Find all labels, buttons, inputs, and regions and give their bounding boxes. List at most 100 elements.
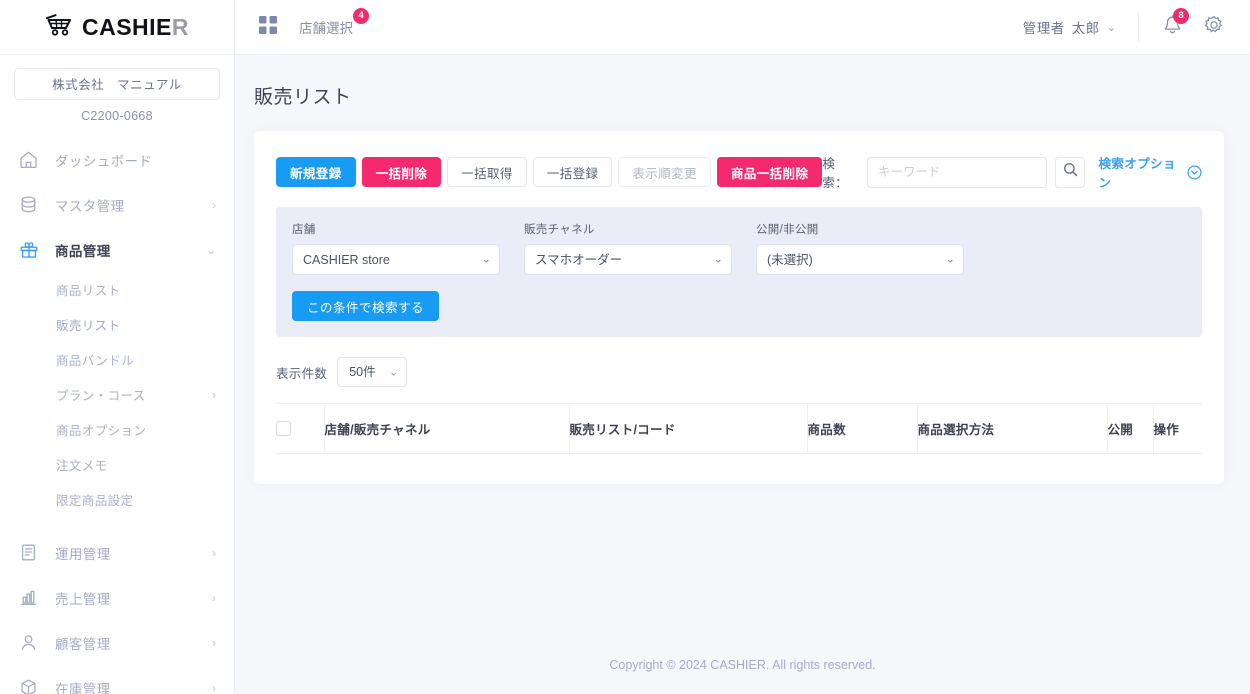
company-code: C2200-0668 — [81, 109, 153, 123]
sidebar-item-label: 商品管理 — [55, 243, 111, 259]
store-select-label: 店舗選択 — [299, 21, 353, 36]
sidebar-item-customer[interactable]: 顧客管理 › — [0, 620, 234, 665]
sidebar-subitem-label: 限定商品設定 — [56, 494, 134, 508]
user-name: 太郎 — [1071, 21, 1100, 36]
sidebar-item-label: ダッシュボード — [55, 153, 153, 169]
sidebar-subitem-product-list[interactable]: 商品リスト — [0, 272, 234, 307]
display-order-change-button[interactable]: 表示順変更 — [618, 157, 711, 187]
filter-store: 店舗 CASHIER store ⌄ — [292, 221, 500, 275]
product-bulk-delete-button[interactable]: 商品一括削除 — [716, 157, 823, 187]
sidebar-subitem-plan-course[interactable]: プラン・コース › — [0, 377, 234, 412]
box-icon — [19, 678, 45, 694]
sidebar-item-product[interactable]: 商品管理 ⌄ — [0, 227, 234, 272]
filter-channel: 販売チャネル スマホオーダー ⌄ — [524, 221, 732, 275]
sidebar-subitem-label: 注文メモ — [56, 459, 108, 473]
display-count-select[interactable]: 50件 — [337, 357, 408, 387]
bulk-register-button[interactable]: 一括登録 — [532, 157, 613, 187]
bulk-delete-button[interactable]: 一括削除 — [361, 157, 442, 187]
clipboard-icon — [19, 543, 45, 562]
brand-logo[interactable]: CASHIER — [0, 0, 235, 55]
sidebar-subitem-label: プラン・コース — [56, 389, 146, 403]
chevron-right-icon: › — [212, 387, 216, 402]
sidebar-subitem-limited-product[interactable]: 限定商品設定 — [0, 482, 234, 517]
filter-action: この条件で検索する — [292, 291, 1186, 321]
grid-apps-icon[interactable] — [259, 15, 277, 39]
column-sales-list-code[interactable]: 販売リスト/コード — [569, 403, 808, 454]
sidebar-item-inventory[interactable]: 在庫管理 › — [0, 665, 234, 694]
display-count-row: 表示件数 50件 ⌄ — [276, 357, 1202, 387]
bell-badge: 8 — [1173, 7, 1189, 24]
sidebar-item-sales[interactable]: 売上管理 › — [0, 575, 234, 620]
search-options-label: 検索オプション — [1098, 157, 1176, 190]
sidebar-item-master[interactable]: マスタ管理 › — [0, 182, 234, 227]
sidebar-item-label: 売上管理 — [55, 591, 111, 607]
column-store-channel[interactable]: 店舗/販売チャネル — [324, 403, 570, 454]
search-button[interactable] — [1055, 156, 1086, 188]
filter-store-select[interactable]: CASHIER store — [292, 244, 500, 275]
sidebar-item-operation[interactable]: 運用管理 › — [0, 530, 234, 575]
bell-icon[interactable]: 8 — [1163, 7, 1189, 40]
sidebar-item-label: 顧客管理 — [55, 636, 111, 652]
search-options-toggle[interactable]: 検索オプション — [1098, 153, 1202, 191]
chevron-down-icon: ⌄ — [205, 242, 216, 257]
shopping-cart-icon — [45, 13, 75, 41]
search-icon — [1063, 162, 1078, 182]
filter-publish-label: 公開/非公開 — [756, 224, 819, 236]
sidebar-subitem-label: 商品リスト — [56, 284, 121, 298]
sidebar-subitem-sales-list[interactable]: 販売リスト — [0, 307, 234, 342]
company-name: 株式会社 マニュアル — [14, 68, 220, 100]
display-count-label: 表示件数 — [276, 366, 328, 381]
chevron-down-icon: ⌄ — [1106, 21, 1116, 34]
chevron-right-icon: › — [212, 680, 216, 694]
filter-publish: 公開/非公開 (未選択) ⌄ — [756, 221, 964, 275]
search-with-conditions-button[interactable]: この条件で検索する — [292, 291, 440, 321]
column-operation: 操作 — [1153, 403, 1202, 454]
filter-panel: 店舗 CASHIER store ⌄ 販売チャネル スマホオーダー ⌄ 公開/非… — [276, 207, 1202, 337]
top-bar: CASHIER 店舗選択 4 管理者 太郎 ⌄ 8 — [0, 0, 1250, 55]
bar-chart-icon — [19, 588, 45, 607]
column-product-count[interactable]: 商品数 — [807, 403, 918, 454]
select-all-checkbox[interactable] — [276, 421, 291, 436]
topbar-icon-group: 8 — [1138, 7, 1228, 42]
sales-list-table: 店舗/販売チャネル 販売リスト/コード 商品数 商品選択方法 公開 操作 — [276, 403, 1202, 454]
sidebar-subitem-label: 販売リスト — [56, 319, 121, 333]
sidebar-subitem-product-bundle[interactable]: 商品バンドル — [0, 342, 234, 377]
chevron-right-icon: › — [212, 590, 216, 605]
sales-list-card: 新規登録 一括削除 一括取得 一括登録 表示順変更 商品一括削除 検索： キーワ… — [254, 131, 1224, 484]
home-icon — [19, 150, 45, 169]
search-zone: 検索： 検索オプション — [822, 153, 1202, 191]
user-icon — [19, 633, 45, 652]
search-label: 検索： — [822, 157, 849, 190]
new-register-button[interactable]: 新規登録 — [276, 157, 356, 187]
database-icon — [19, 195, 45, 214]
sidebar-subitem-product-option[interactable]: 商品オプション — [0, 412, 234, 447]
chevron-right-icon: › — [212, 197, 216, 212]
gear-icon[interactable] — [1204, 15, 1224, 40]
sidebar-subitem-label: 商品オプション — [56, 424, 147, 438]
brand-name: CASHIER — [81, 13, 190, 40]
sidebar-item-label: 在庫管理 — [55, 681, 111, 694]
filter-channel-select[interactable]: スマホオーダー — [524, 244, 732, 275]
sidebar-item-dashboard[interactable]: ダッシュボード — [0, 137, 234, 182]
sidebar-subitem-label: 商品バンドル — [56, 354, 135, 368]
column-product-selection-method[interactable]: 商品選択方法 — [917, 403, 1108, 454]
user-role: 管理者 — [1022, 21, 1065, 36]
user-menu[interactable]: 管理者 太郎 ⌄ — [1023, 17, 1138, 37]
sidebar-item-label: 運用管理 — [55, 546, 111, 562]
sidebar-subitem-order-memo[interactable]: 注文メモ — [0, 447, 234, 482]
bulk-fetch-button[interactable]: 一括取得 — [447, 157, 527, 187]
column-publish[interactable]: 公開 — [1107, 403, 1154, 454]
sidebar-nav: ダッシュボード マスタ管理 › 商品管理 ⌄ 商品リスト 販売リスト 商品バンド… — [0, 137, 234, 694]
chevron-right-icon: › — [212, 545, 216, 560]
footer-copyright: Copyright © 2024 CASHIER. All rights res… — [609, 658, 876, 672]
filter-store-label: 店舗 — [292, 224, 316, 236]
main-content: 販売リスト 新規登録 一括削除 一括取得 一括登録 表示順変更 商品一括削除 検… — [235, 55, 1250, 694]
sidebar-item-label: マスタ管理 — [55, 198, 125, 214]
chevron-down-circle-icon — [1187, 164, 1202, 180]
search-input[interactable] — [867, 156, 1048, 188]
store-select-button[interactable]: 店舗選択 4 — [299, 8, 369, 37]
sidebar-divider-space — [0, 517, 234, 530]
filter-publish-select[interactable]: (未選択) — [756, 244, 964, 275]
page-title: 販売リスト — [254, 87, 352, 108]
table-header-row: 店舗/販売チャネル 販売リスト/コード 商品数 商品選択方法 公開 操作 — [276, 403, 1202, 454]
